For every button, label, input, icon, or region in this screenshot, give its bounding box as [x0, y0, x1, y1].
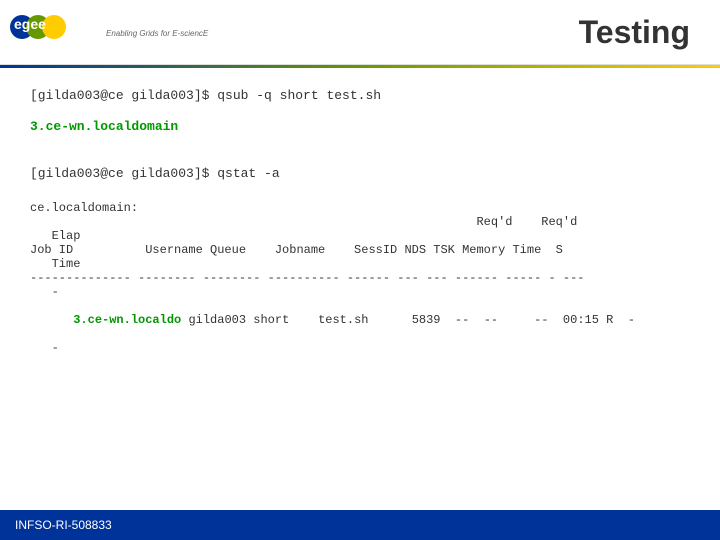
- section-label: ce.localdomain:: [30, 201, 690, 215]
- gap-1: [30, 103, 690, 119]
- page-title: Testing: [579, 14, 710, 51]
- svg-text:egee: egee: [14, 16, 46, 32]
- gap-3: [30, 150, 690, 166]
- command-1: [gilda003@ce gilda003]$ qsub -q short te…: [30, 88, 690, 103]
- output-1: 3.ce-wn.localdomain: [30, 119, 690, 134]
- main-content: [gilda003@ce gilda003]$ qsub -q short te…: [0, 68, 720, 365]
- job-id-link: 3.ce-wn.localdo: [73, 313, 181, 327]
- logo-area: egee Enabling Grids for E-sciencE: [10, 7, 208, 57]
- header: egee Enabling Grids for E-sciencE Testin…: [0, 0, 720, 65]
- egee-logo-svg: egee: [10, 7, 100, 57]
- gap-4: [30, 181, 690, 197]
- footer-text: INFSO-RI-508833: [15, 518, 112, 532]
- col-headers: Job ID Username Queue Jobname SessID NDS…: [30, 243, 690, 257]
- table-area: ce.localdomain: Req'd Req'd Elap Job ID …: [30, 201, 690, 355]
- dashes-row: -------------- -------- -------- -------…: [30, 271, 690, 285]
- table-header-2: Elap: [30, 229, 690, 243]
- table-header-1: Req'd Req'd: [30, 215, 690, 229]
- logo-text-area: Enabling Grids for E-sciencE: [106, 27, 208, 38]
- data-row-rest: gilda003 short test.sh 5839 -- -- -- 00:…: [181, 313, 635, 327]
- egee-logo: egee: [10, 7, 100, 57]
- data-row-1: 3.ce-wn.localdo gilda003 short test.sh 5…: [30, 299, 690, 341]
- dash-2: -: [30, 285, 690, 299]
- col-headers-2: Time: [30, 257, 690, 271]
- gap-2: [30, 134, 690, 150]
- command-2: [gilda003@ce gilda003]$ qstat -a: [30, 166, 690, 181]
- data-row-2: -: [30, 341, 690, 355]
- footer: INFSO-RI-508833: [0, 510, 720, 540]
- tagline: Enabling Grids for E-sciencE: [106, 29, 208, 38]
